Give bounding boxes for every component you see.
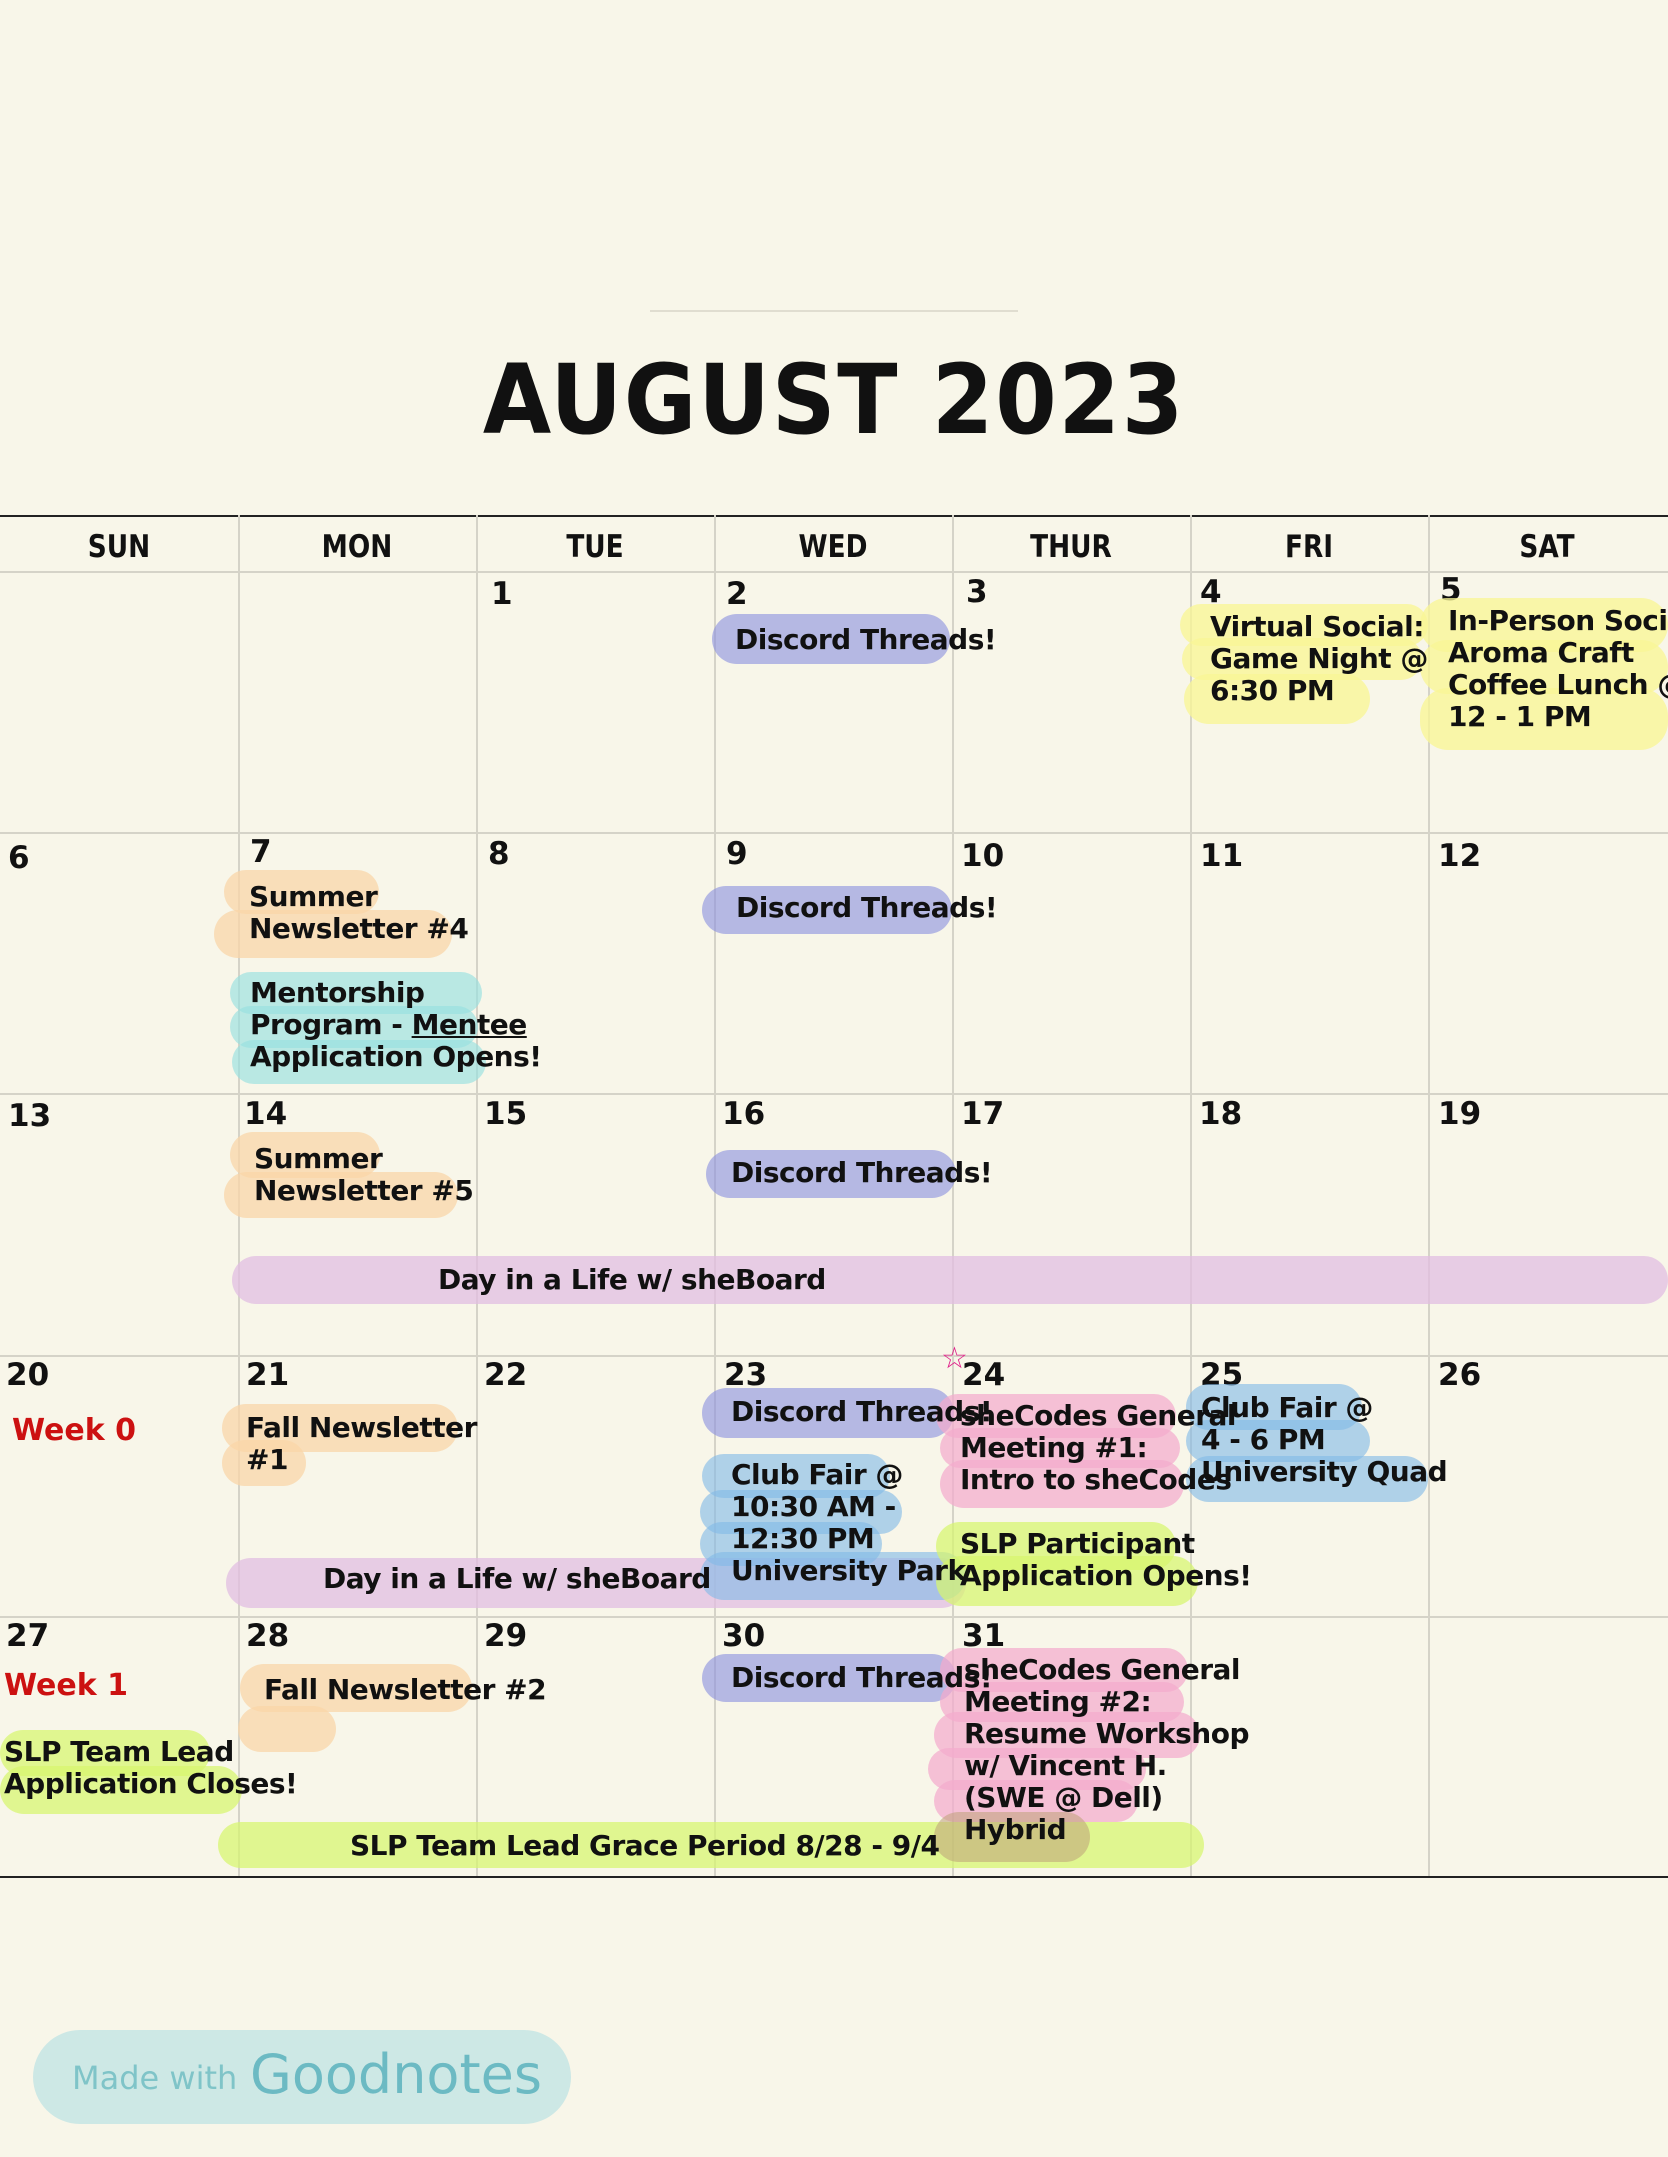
event-club-fair: Club Fair @ 10:30 AM - 12:30 PM Universi… <box>731 1458 966 1587</box>
day-number: 18 <box>1199 1096 1243 1132</box>
day-number: 12 <box>1438 838 1482 874</box>
grid-bottom-border <box>0 1876 1668 1878</box>
event-day-in-a-life: Day in a Life w/ sheBoard <box>438 1263 826 1296</box>
day-number: 17 <box>961 1096 1005 1132</box>
event-fall-newsletter-1: Fall Newsletter #1 <box>246 1411 477 1476</box>
week-label: Week 1 <box>4 1668 128 1703</box>
weekday-mon: MON <box>321 529 393 565</box>
day-number: 11 <box>1200 838 1244 874</box>
event-slp-participant: SLP Participant Application Opens! <box>960 1527 1252 1592</box>
event-mentorship: Mentorship Program - Mentee Application … <box>250 977 542 1073</box>
event-shecodes-meeting-1: sheCodes General Meeting #1: Intro to sh… <box>960 1399 1237 1496</box>
badge-made-with: Made with <box>72 2059 238 2097</box>
day-number: 20 <box>6 1357 50 1393</box>
day-number: 16 <box>722 1096 766 1132</box>
day-number: 2 <box>726 576 748 612</box>
event-discord-threads: Discord Threads! <box>731 1661 993 1694</box>
event-discord-threads: Discord Threads! <box>731 1395 993 1428</box>
event-slp-grace-period: SLP Team Lead Grace Period 8/28 - 9/4 <box>350 1829 940 1862</box>
mentee-underlined: Mentee <box>411 1008 528 1041</box>
grid-top-border <box>0 515 1668 517</box>
day-number: 13 <box>8 1098 52 1134</box>
event-discord-threads: Discord Threads! <box>731 1156 993 1189</box>
event-day-in-a-life: Day in a Life w/ sheBoard <box>323 1562 711 1595</box>
weekday-wed: WED <box>798 529 868 565</box>
mentorship-line: Application Opens! <box>250 1040 542 1073</box>
mentorship-line: Mentorship <box>250 976 425 1009</box>
event-summer-newsletter-5: Summer Newsletter #5 <box>254 1142 474 1207</box>
top-divider <box>650 310 1018 312</box>
day-number: 21 <box>246 1357 290 1393</box>
day-number: 19 <box>1438 1096 1482 1132</box>
weekday-fri: FRI <box>1284 529 1334 565</box>
month-title: AUGUST 2023 <box>482 344 1186 456</box>
star-icon: ☆ <box>941 1341 968 1376</box>
event-club-fair: Club Fair @ 4 - 6 PM University Quad <box>1201 1391 1448 1488</box>
day-number: 8 <box>488 836 510 872</box>
event-fall-newsletter-2: Fall Newsletter #2 <box>264 1673 547 1706</box>
day-number: 9 <box>726 836 748 872</box>
event-slp-team-lead: SLP Team Lead Application Closes! <box>4 1735 298 1800</box>
day-number: 27 <box>6 1618 50 1654</box>
event-shecodes-meeting-2: sheCodes General Meeting #2: Resume Work… <box>964 1653 1250 1846</box>
day-number: 15 <box>484 1096 528 1132</box>
day-number: 29 <box>484 1618 528 1654</box>
event-virtual-social: Virtual Social: Game Night @ 6:30 PM <box>1210 610 1428 707</box>
day-number: 10 <box>961 838 1005 874</box>
day-number: 3 <box>966 574 988 610</box>
day-number: 26 <box>1438 1357 1482 1393</box>
event-inperson-social: In-Person Social: Aroma Craft Coffee Lun… <box>1448 604 1668 733</box>
event-discord-threads: Discord Threads! <box>736 891 998 924</box>
weekday-thur: THUR <box>1030 529 1112 565</box>
event-summer-newsletter-4: Summer Newsletter #4 <box>249 880 469 945</box>
weekday-tue: TUE <box>566 529 624 565</box>
day-number: 6 <box>8 840 30 876</box>
day-number: 7 <box>250 834 272 870</box>
day-number: 1 <box>491 576 513 612</box>
event-discord-threads: Discord Threads! <box>735 623 997 656</box>
mentorship-line: Program - <box>250 1008 412 1041</box>
weekday-sun: SUN <box>87 529 151 565</box>
day-number: 24 <box>962 1357 1006 1393</box>
day-number: 30 <box>722 1618 766 1654</box>
grid-column-line <box>476 515 478 1876</box>
grid-line <box>0 1093 1668 1095</box>
goodnotes-logo: Goodnotes <box>250 2043 542 2106</box>
weekday-sat: SAT <box>1519 529 1575 565</box>
week-label: Week 0 <box>12 1413 136 1448</box>
day-number: 28 <box>246 1618 290 1654</box>
day-number: 22 <box>484 1357 528 1393</box>
day-number: 14 <box>244 1096 288 1132</box>
